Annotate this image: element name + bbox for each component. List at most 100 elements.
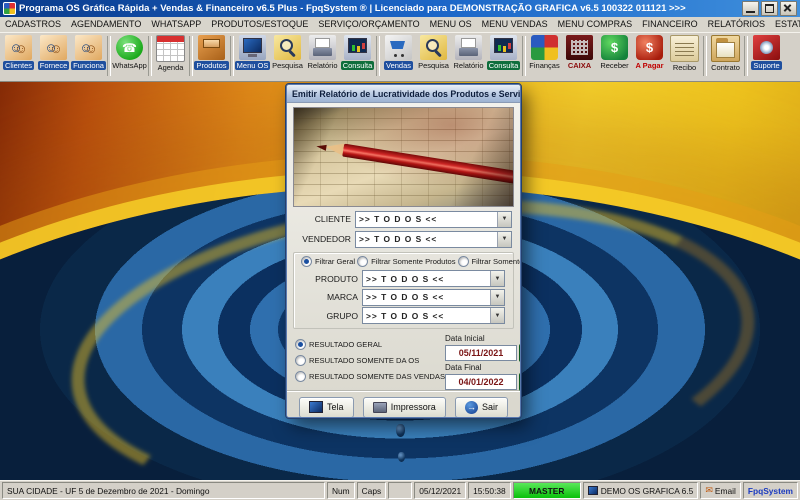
water-droplet — [396, 424, 405, 437]
produto-value: >> T O D O S << — [366, 273, 445, 284]
toolbar-button-fornece[interactable]: Fornece — [36, 34, 71, 70]
radio-dot-icon — [457, 256, 469, 267]
calendar-picker-icon[interactable] — [519, 343, 520, 362]
vendedor-row: VENDEDOR >> T O D O S << — [295, 230, 512, 248]
result-and-dates: RESULTADO GERAL RESULTADO SOMENTE DA OS … — [295, 333, 520, 391]
toolbar-label: Pesquisa — [272, 61, 303, 70]
toolbar-button-menu-os[interactable]: Menu OS — [234, 34, 271, 70]
data-inicial-field[interactable]: 05/11/2021 — [445, 344, 518, 361]
calendar-icon — [156, 35, 185, 62]
toolbar-button-clientes[interactable]: Clientes — [1, 34, 36, 70]
toolbar-button-caixa[interactable]: CAIXA — [562, 34, 597, 70]
chart-monitor-icon — [344, 35, 371, 60]
toolbar-label: Fornece — [37, 61, 70, 70]
chevron-down-icon[interactable] — [497, 231, 511, 247]
toolbar-button-funciona[interactable]: Funciona — [71, 34, 106, 70]
radio-label: RESULTADO SOMENTE DA OS — [309, 355, 420, 365]
toolbar-button-consulta-os[interactable]: Consulta — [340, 34, 375, 70]
cash-register-icon — [566, 35, 593, 60]
data-final-line: 04/01/2022 — [445, 372, 520, 391]
toolbar-label: Contrato — [711, 63, 740, 72]
toolbar-button-contrato[interactable]: Contrato — [708, 34, 743, 72]
impressora-button-label: Impressora — [390, 402, 436, 412]
money-receive-icon — [601, 35, 628, 60]
toolbar-label: Produtos — [194, 61, 229, 70]
produto-combobox[interactable]: >> T O D O S << — [362, 270, 505, 287]
contract-folder-icon — [711, 35, 740, 62]
close-button[interactable] — [780, 1, 797, 16]
radio-resultado-somente-das-vendas[interactable]: RESULTADO SOMENTE DAS VENDAS — [295, 370, 445, 382]
result-options: RESULTADO GERAL RESULTADO SOMENTE DA OS … — [295, 333, 445, 391]
chevron-down-icon[interactable] — [490, 271, 504, 286]
toolbar-button-whatsapp[interactable]: WhatsApp — [112, 34, 147, 70]
employees-icon — [75, 35, 102, 60]
impressora-button[interactable]: Impressora — [362, 396, 446, 417]
toolbar-button-pesquisa-os[interactable]: Pesquisa — [270, 34, 305, 70]
printer-icon — [372, 401, 387, 413]
maximize-button[interactable] — [761, 1, 778, 16]
cliente-combobox[interactable]: >> T O D O S << — [355, 210, 512, 228]
grupo-label: GRUPO — [326, 310, 358, 321]
minimize-button[interactable] — [742, 1, 759, 16]
dialog-buttons: Tela Impressora Sair — [287, 390, 520, 417]
chevron-down-icon[interactable] — [497, 211, 511, 227]
toolbar-button-agenda[interactable]: Agenda — [153, 34, 188, 72]
toolbar-label: Consulta — [340, 61, 375, 70]
status-email-label: Email — [714, 485, 736, 496]
radio-filtrar-somente-produtos[interactable]: Filtrar Somente Produtos — [357, 256, 456, 267]
toolbar-button-recibo[interactable]: Recibo — [667, 34, 702, 72]
status-brand: FpqSystem — [742, 482, 798, 499]
grupo-combobox[interactable]: >> T O D O S << — [362, 307, 505, 324]
toolbar-button-pesquisa-vendas[interactable]: Pesquisa — [416, 34, 451, 70]
menu-item-whatsapp[interactable]: WHATSAPP — [146, 17, 206, 32]
toolbar-separator — [148, 36, 152, 76]
printer-icon — [455, 35, 482, 60]
radio-label: Filtrar Somente Serviços — [471, 257, 520, 266]
grupo-value: >> T O D O S << — [366, 310, 445, 321]
vendedor-combobox[interactable]: >> T O D O S << — [355, 230, 512, 248]
chevron-down-icon[interactable] — [490, 289, 504, 305]
radio-dot-icon — [295, 338, 306, 350]
toolbar-label: Suporte — [751, 61, 782, 70]
toolbar-button-produtos[interactable]: Produtos — [194, 34, 229, 70]
menu-item-relatorios[interactable]: RELATÓRIOS — [703, 17, 770, 32]
toolbar-button-a-pagar[interactable]: A Pagar — [632, 34, 667, 70]
radio-filtrar-geral[interactable]: Filtrar Geral — [301, 256, 355, 267]
toolbar-separator — [703, 36, 707, 76]
status-demo-label: DEMO OS GRAFICA 6.5 — [600, 485, 694, 496]
marca-value: >> T O D O S << — [366, 292, 445, 302]
data-final-label: Data Final — [445, 362, 482, 372]
menu-item-produtos-estoque[interactable]: PRODUTOS/ESTOQUE — [206, 17, 313, 32]
menu-item-estatistica[interactable]: ESTATISTICA — [770, 17, 800, 32]
toolbar-button-vendas[interactable]: Vendas — [381, 34, 416, 70]
radio-resultado-somente-da-os[interactable]: RESULTADO SOMENTE DA OS — [295, 354, 445, 366]
menu-item-menu-os[interactable]: MENU OS — [425, 17, 477, 32]
sair-button[interactable]: Sair — [454, 396, 508, 417]
toolbar-label: Menu OS — [234, 61, 271, 70]
toolbar-label: Finanças — [529, 61, 560, 70]
menu-item-cadastros[interactable]: CADASTROS — [0, 17, 66, 32]
chevron-down-icon[interactable] — [490, 308, 504, 323]
status-email[interactable]: Email — [700, 482, 741, 499]
marca-combobox[interactable]: >> T O D O S << — [362, 288, 505, 306]
data-inicial-line: 05/11/2021 — [445, 343, 520, 362]
calendar-picker-icon[interactable] — [519, 372, 520, 391]
toolbar-button-consulta-vendas[interactable]: Consulta — [486, 34, 521, 70]
toolbar-button-suporte[interactable]: Suporte — [749, 34, 784, 70]
menu-item-menu-vendas[interactable]: MENU VENDAS — [477, 17, 553, 32]
menu-item-menu-compras[interactable]: MENU COMPRAS — [553, 17, 638, 32]
menu-item-financeiro[interactable]: FINANCEIRO — [637, 17, 703, 32]
menu-item-servico-orcamento[interactable]: SERVIÇO/ORÇAMENTO — [313, 17, 424, 32]
toolbar-button-relatorio-vendas[interactable]: Relatório — [451, 34, 486, 70]
radio-filtrar-somente-servicos[interactable]: Filtrar Somente Serviços — [457, 256, 520, 267]
produto-label: PRODUTO — [315, 273, 358, 284]
toolbar-button-relatorio-os[interactable]: Relatório — [305, 34, 340, 70]
toolbar-button-financas[interactable]: Finanças — [527, 34, 562, 70]
toolbar-label: Clientes — [2, 61, 35, 70]
tela-button[interactable]: Tela — [299, 396, 354, 417]
toolbar-button-receber[interactable]: Receber — [597, 34, 632, 70]
report-dialog: Emitir Relatório de Lucratividade dos Pr… — [285, 83, 522, 419]
radio-resultado-geral[interactable]: RESULTADO GERAL — [295, 338, 445, 350]
menu-item-agendamento[interactable]: AGENDAMENTO — [66, 17, 146, 32]
data-final-field[interactable]: 04/01/2022 — [445, 373, 518, 390]
